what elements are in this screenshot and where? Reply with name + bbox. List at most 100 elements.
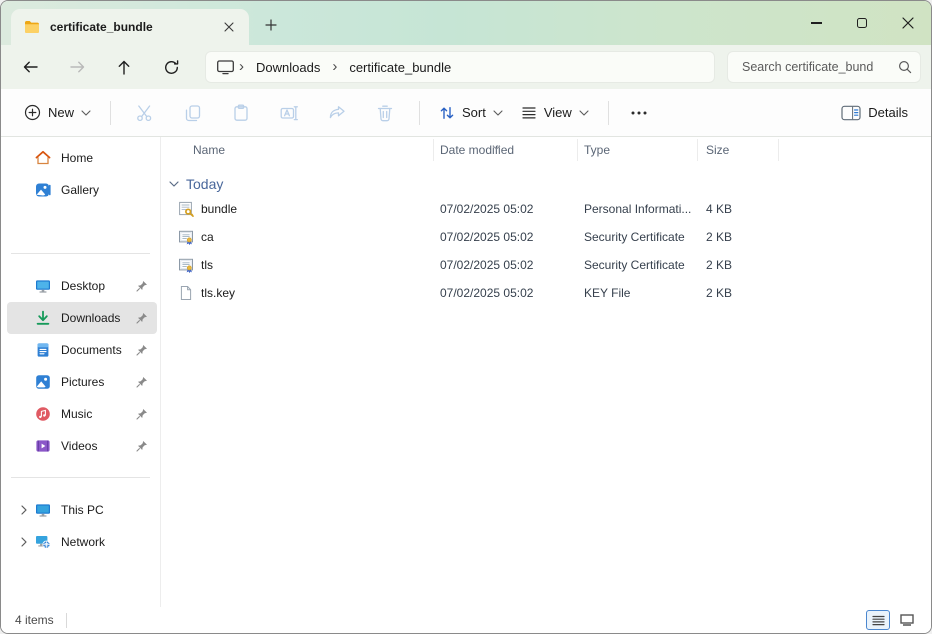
sidebar-divider <box>11 253 150 254</box>
file-list: Name Date modified Type Size Today <box>161 137 931 607</box>
pin-icon <box>136 312 148 324</box>
sidebar-item-music[interactable]: Music <box>7 398 157 430</box>
refresh-button[interactable] <box>152 51 190 83</box>
view-toggles <box>866 610 919 630</box>
sidebar-item-this-pc[interactable]: This PC <box>7 494 157 526</box>
search-input[interactable] <box>740 59 898 75</box>
ellipsis-icon <box>631 111 647 115</box>
sidebar-item-pictures[interactable]: Pictures <box>7 366 157 398</box>
file-row-tls-key[interactable]: tls.key 07/02/2025 05:02 KEY File 2 KB <box>161 279 931 307</box>
column-header-name[interactable]: Name <box>161 139 434 161</box>
chevron-down-icon <box>579 110 589 116</box>
file-date: 07/02/2025 05:02 <box>434 286 578 300</box>
maximize-button[interactable] <box>839 1 885 45</box>
this-pc-breadcrumb-icon[interactable] <box>216 59 235 75</box>
more-options-button[interactable] <box>623 96 655 130</box>
details-pane-button[interactable]: Details <box>832 99 917 127</box>
breadcrumb-item-downloads[interactable]: Downloads <box>248 57 328 78</box>
breadcrumb-chevron-icon: › <box>328 58 341 77</box>
window-controls <box>793 1 931 45</box>
arrow-up-icon <box>116 59 132 76</box>
tab-close-button[interactable] <box>217 15 241 39</box>
back-button[interactable] <box>11 51 49 83</box>
details-pane-icon <box>841 105 861 121</box>
pin-icon <box>136 376 148 388</box>
pin-icon <box>136 280 148 292</box>
tab-title: certificate_bundle <box>50 20 153 34</box>
item-count: 4 items <box>15 613 54 627</box>
group-header-today[interactable]: Today <box>161 173 931 195</box>
trash-icon <box>375 103 395 123</box>
details-button-label: Details <box>868 105 908 120</box>
up-button[interactable] <box>105 51 143 83</box>
file-row-bundle[interactable]: bundle 07/02/2025 05:02 Personal Informa… <box>161 195 931 223</box>
file-type: Security Certificate <box>578 230 698 244</box>
status-separator <box>66 613 67 628</box>
rename-button[interactable] <box>269 96 309 130</box>
breadcrumb: › Downloads › certificate_bundle <box>205 51 715 83</box>
file-type: Personal Informati... <box>578 202 698 216</box>
expand-chevron-icon[interactable] <box>13 537 35 547</box>
command-toolbar: New Sort View <box>1 89 931 137</box>
details-view-toggle[interactable] <box>866 610 890 630</box>
sidebar-item-documents[interactable]: Documents <box>7 334 157 366</box>
file-row-ca[interactable]: ca 07/02/2025 05:02 Security Certificate… <box>161 223 931 251</box>
details-view-icon <box>872 615 885 626</box>
sidebar-item-videos[interactable]: Videos <box>7 430 157 462</box>
file-size: 4 KB <box>698 202 779 216</box>
expand-chevron-icon[interactable] <box>13 505 35 515</box>
column-headers: Name Date modified Type Size <box>161 137 931 163</box>
breadcrumb-item-folder[interactable]: certificate_bundle <box>341 57 459 78</box>
sidebar-item-desktop[interactable]: Desktop <box>7 270 157 302</box>
pictures-icon <box>35 374 51 390</box>
breadcrumb-chevron-icon: › <box>235 58 248 77</box>
security-certificate-icon <box>178 229 194 245</box>
toolbar-separator <box>419 101 420 125</box>
delete-button[interactable] <box>365 96 405 130</box>
new-button[interactable]: New <box>15 98 100 127</box>
home-icon <box>35 150 51 166</box>
sidebar-item-gallery[interactable]: Gallery <box>7 174 157 206</box>
view-lines-icon <box>521 106 537 120</box>
view-button[interactable]: View <box>512 99 598 126</box>
file-explorer-window: certificate_bundle <box>0 0 932 634</box>
cut-icon <box>135 103 155 123</box>
explorer-tab[interactable]: certificate_bundle <box>11 9 249 45</box>
documents-icon <box>35 342 51 358</box>
paste-button[interactable] <box>221 96 261 130</box>
minimize-icon <box>811 22 822 23</box>
copy-button[interactable] <box>173 96 213 130</box>
security-certificate-icon <box>178 257 194 273</box>
chevron-down-icon <box>493 110 503 116</box>
sort-button[interactable]: Sort <box>430 99 512 127</box>
pin-icon <box>136 344 148 356</box>
share-button[interactable] <box>317 96 357 130</box>
sidebar-item-label: Home <box>61 151 93 165</box>
sidebar-item-network[interactable]: Network <box>7 526 157 558</box>
column-header-type[interactable]: Type <box>578 139 698 161</box>
cut-button[interactable] <box>125 96 165 130</box>
close-button[interactable] <box>885 1 931 45</box>
file-type: Security Certificate <box>578 258 698 272</box>
file-row-tls[interactable]: tls 07/02/2025 05:02 Security Certificat… <box>161 251 931 279</box>
sort-arrows-icon <box>439 105 455 121</box>
minimize-button[interactable] <box>793 1 839 45</box>
large-icons-view-toggle[interactable] <box>895 610 919 630</box>
network-icon <box>35 534 51 550</box>
new-tab-button[interactable] <box>257 11 285 39</box>
file-size: 2 KB <box>698 230 779 244</box>
arrow-right-icon <box>69 59 86 75</box>
column-header-date-modified[interactable]: Date modified <box>434 139 578 161</box>
file-date: 07/02/2025 05:02 <box>434 230 578 244</box>
sidebar-item-downloads[interactable]: Downloads <box>7 302 157 334</box>
sidebar-item-label: Music <box>61 407 92 421</box>
gallery-icon <box>35 182 51 198</box>
main-area: Home Gallery Desktop <box>1 137 931 607</box>
sidebar-item-home[interactable]: Home <box>7 142 157 174</box>
arrow-left-icon <box>22 59 39 75</box>
column-header-size[interactable]: Size <box>698 139 779 161</box>
desktop-icon <box>35 278 51 294</box>
forward-button[interactable] <box>58 51 96 83</box>
this-pc-icon <box>35 502 51 518</box>
copy-icon <box>183 103 203 123</box>
